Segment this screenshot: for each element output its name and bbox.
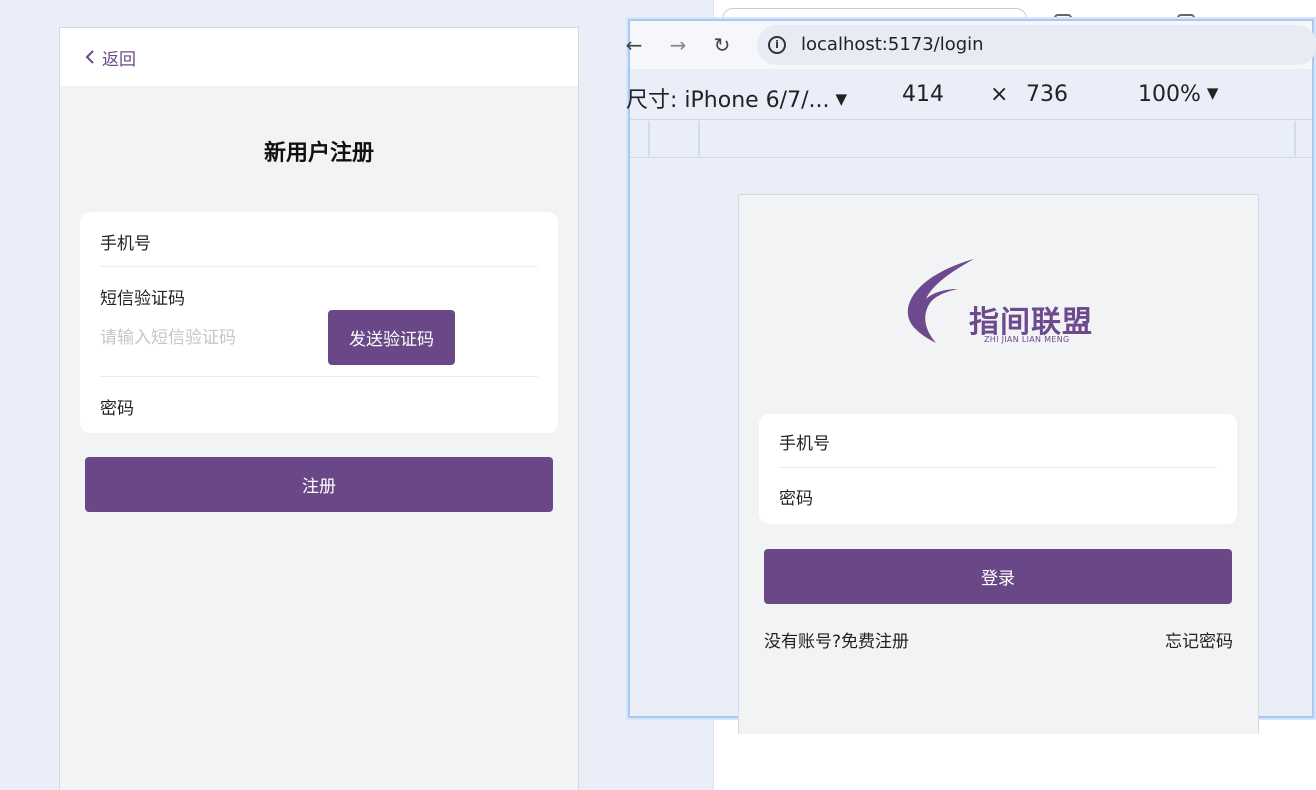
chevron-left-icon <box>85 50 94 64</box>
info-icon[interactable]: i <box>768 36 786 54</box>
password-field[interactable]: 密码 <box>779 484 813 509</box>
login-button[interactable]: 登录 <box>764 549 1232 604</box>
login-page: 指间联盟 ZHI JIAN LIAN MENG 手机号 密码 登录 没有账号?免… <box>738 194 1259 734</box>
divider <box>779 467 1217 468</box>
password-field[interactable]: 密码 <box>100 394 134 419</box>
device-label: 尺寸: iPhone 6/7/... <box>626 88 830 113</box>
url-bar[interactable]: i localhost:5173/login <box>757 25 1316 65</box>
back-button[interactable]: 返回 <box>84 44 136 70</box>
forgot-password-link[interactable]: 忘记密码 <box>1165 627 1233 652</box>
forward-arrow-icon[interactable]: → <box>664 31 692 59</box>
login-form-card: 手机号 密码 <box>759 414 1237 524</box>
width-input[interactable]: 414 <box>902 82 944 107</box>
device-select[interactable]: 尺寸: iPhone 6/7/... ▼ <box>626 82 847 114</box>
device-toolbar: 尺寸: iPhone 6/7/... ▼ 414 × 736 100% ▼ <box>626 70 1312 120</box>
phone-field[interactable]: 手机号 <box>779 429 830 454</box>
wing-logo-icon <box>907 259 974 343</box>
sms-code-input[interactable] <box>100 325 310 351</box>
url-text: localhost:5173/login <box>801 34 984 55</box>
page-title: 新用户注册 <box>263 141 374 166</box>
register-button[interactable]: 注册 <box>85 457 553 512</box>
back-label: 返回 <box>102 49 136 70</box>
height-input[interactable]: 736 <box>1026 82 1068 107</box>
media-query-ruler <box>630 121 1312 158</box>
register-form-card: 手机号 短信验证码 发送验证码 密码 <box>80 212 558 433</box>
ruler-marker <box>648 121 650 156</box>
zoom-select[interactable]: 100% ▼ <box>1138 82 1218 107</box>
divider <box>100 266 538 267</box>
zoom-label: 100% <box>1138 82 1201 107</box>
devtools-device-window: ← → ↻ i localhost:5173/login 尺寸: iPhone … <box>626 19 1316 734</box>
sms-code-label: 短信验证码 <box>100 289 185 309</box>
send-code-button[interactable]: 发送验证码 <box>328 310 455 365</box>
register-page: 返回 新用户注册 手机号 短信验证码 发送验证码 密码 注册 <box>59 27 579 790</box>
brand-logo: 指间联盟 ZHI JIAN LIAN MENG <box>902 255 1097 350</box>
reload-icon[interactable]: ↻ <box>708 31 736 59</box>
back-arrow-icon[interactable]: ← <box>620 31 648 59</box>
logo-subtitle: ZHI JIAN LIAN MENG <box>984 335 1070 344</box>
caret-down-icon: ▼ <box>1206 84 1219 102</box>
nav-bar: 返回 <box>60 28 578 86</box>
phone-field[interactable]: 手机号 <box>100 229 151 254</box>
divider <box>100 376 538 377</box>
caret-down-icon: ▼ <box>835 90 848 108</box>
ruler-marker <box>1294 121 1296 156</box>
address-bar-row: ← → ↻ i localhost:5173/login <box>626 21 1316 69</box>
times-symbol: × <box>990 82 1009 107</box>
register-link[interactable]: 没有账号?免费注册 <box>764 627 909 652</box>
ruler-marker <box>698 121 700 156</box>
